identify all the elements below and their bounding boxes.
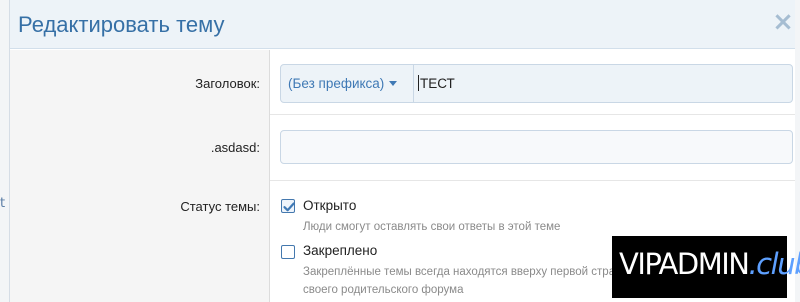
open-checkbox-label[interactable]: Открыто [303, 198, 356, 213]
thread-title-input[interactable]: (Без префикса) ТЕСТ [280, 64, 793, 103]
row-divider [270, 114, 795, 115]
row-divider [270, 180, 795, 181]
prefix-dropdown[interactable]: (Без префикса) [281, 65, 414, 102]
status-label: Статус темы: [180, 199, 260, 214]
chevron-down-icon [389, 81, 398, 86]
close-icon[interactable]: × [771, 9, 795, 35]
open-hint: Люди смогут оставлять свои ответы в этой… [303, 221, 561, 233]
dialog-header: Редактировать тему × [10, 0, 795, 49]
open-checkbox[interactable] [281, 199, 295, 213]
background-text-fragment: t [0, 196, 6, 211]
title-text-field[interactable]: ТЕСТ [418, 65, 455, 102]
checkmark-icon [283, 202, 295, 212]
background-page-left: t [0, 0, 10, 302]
dialog-title: Редактировать тему [18, 12, 225, 37]
text-cursor [418, 75, 419, 91]
custom-field-input[interactable] [280, 130, 793, 164]
sticky-checkbox[interactable] [281, 245, 295, 259]
custom-field-label: .asdasd: [210, 140, 260, 155]
sticky-checkbox-label[interactable]: Закреплено [303, 243, 377, 258]
title-field-label: Заголовок: [195, 76, 260, 91]
prefix-value: (Без префикса) [288, 76, 385, 91]
title-value: ТЕСТ [420, 76, 455, 91]
watermark-text: VIPADMIN.club [619, 247, 800, 281]
watermark-logo: VIPADMIN.club [599, 236, 800, 298]
